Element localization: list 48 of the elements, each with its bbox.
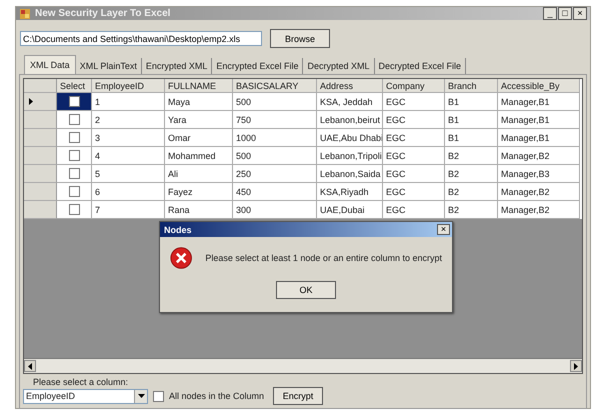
window-control[interactable]: _ (543, 7, 557, 20)
select-checkbox[interactable] (68, 132, 80, 143)
select-checkbox[interactable] (68, 204, 80, 215)
column-label: Please select a column: (32, 377, 130, 387)
app-icon (19, 8, 31, 20)
column-header[interactable]: Accessible_By (498, 79, 580, 93)
error-icon (170, 245, 192, 271)
horizontal-scrollbar[interactable] (24, 358, 582, 373)
window-title: New Security Layer To Excel (35, 8, 170, 19)
column-header[interactable]: EmployeeID (92, 79, 165, 93)
table-cell: Manager,B2 (498, 201, 580, 219)
close-button[interactable]: × (437, 224, 450, 235)
tab[interactable]: XML Data (24, 55, 76, 74)
window-control[interactable]: □ (558, 7, 572, 20)
ok-button[interactable]: OK (276, 281, 336, 299)
column-header[interactable]: Company (383, 79, 445, 93)
column-header[interactable]: BASICSALARY (233, 79, 317, 93)
scroll-left-button[interactable] (24, 360, 36, 372)
select-checkbox[interactable] (68, 114, 80, 125)
left-arrow-icon (28, 362, 32, 370)
encrypt-button[interactable]: Encrypt (273, 387, 324, 405)
column-header[interactable]: FULLNAME (165, 79, 233, 93)
row-pointer-icon (29, 98, 33, 105)
column-dropdown[interactable]: EmployeeID (23, 388, 148, 404)
select-checkbox[interactable] (68, 96, 80, 107)
table-cell: 7 (92, 201, 165, 219)
select-checkbox[interactable] (68, 186, 80, 197)
table-cell: EGC (383, 201, 445, 219)
all-nodes-checkbox[interactable] (153, 390, 164, 402)
dialog-title: Nodes (164, 224, 192, 234)
window-control[interactable]: × (573, 7, 587, 20)
checkbox-label: All nodes in the Column (169, 391, 264, 401)
select-checkbox[interactable] (68, 150, 80, 161)
browse-button[interactable]: Browse (270, 29, 330, 48)
row-header[interactable] (24, 93, 57, 111)
right-arrow-icon (574, 362, 578, 370)
column-header[interactable]: Branch (445, 79, 498, 93)
scroll-right-button[interactable] (570, 360, 582, 372)
table-cell: Rana (165, 201, 233, 219)
table-cell: B2 (445, 201, 498, 219)
column-header[interactable]: Select (57, 79, 92, 93)
column-header[interactable]: Address (317, 79, 383, 93)
select-checkbox[interactable] (68, 168, 80, 179)
dialog-message: Please select at least 1 node or an entire column to encrypt (205, 253, 442, 263)
table-cell: 300 (233, 201, 317, 219)
table-cell: UAE,Dubai (317, 201, 383, 219)
dropdown-arrow-icon (138, 394, 144, 398)
file-path-field[interactable]: C:\Documents and Settings\thawani\Desktop\emp2.xls (20, 31, 262, 46)
